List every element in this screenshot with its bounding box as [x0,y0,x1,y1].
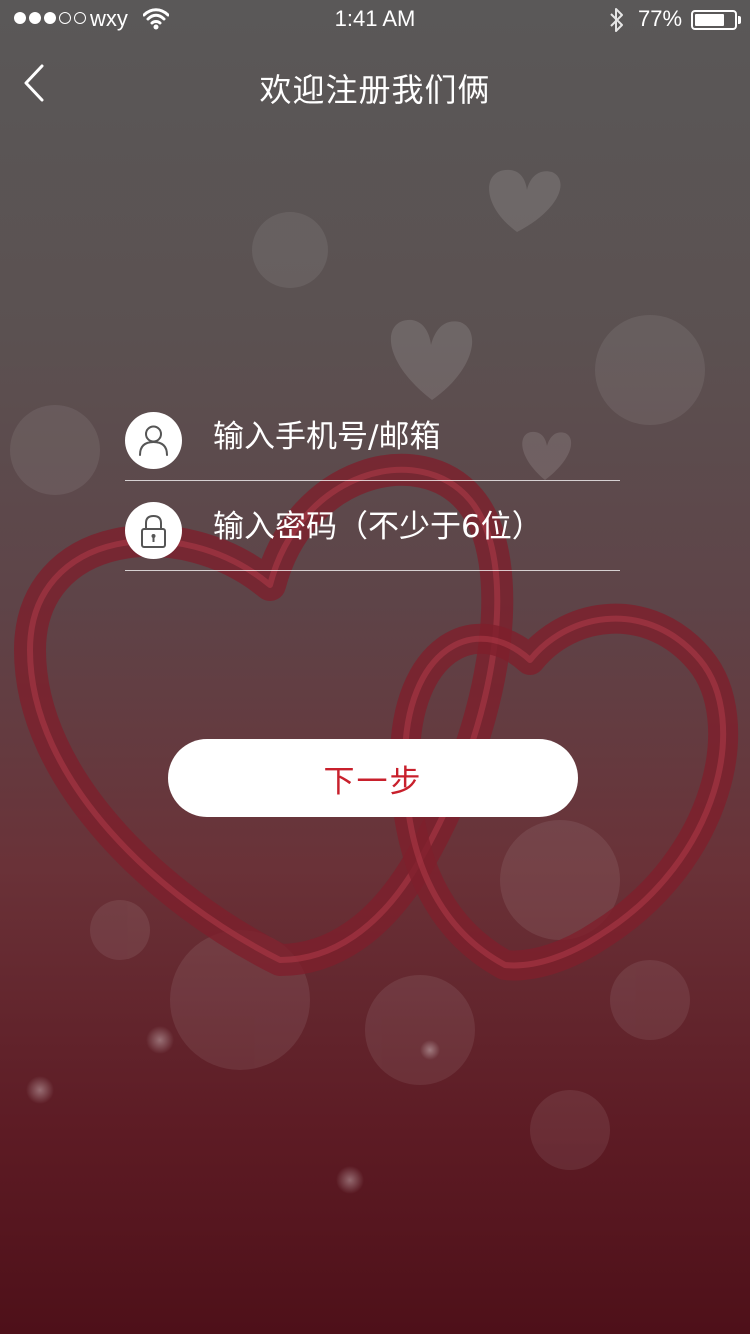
phone-email-field [125,390,620,481]
battery-percent: 77% [638,6,683,31]
battery-cap [738,16,741,24]
battery-level-fill [695,14,724,26]
status-bar: wxy 1:41 AM 77% [0,0,750,40]
background-hearts [0,0,750,1334]
battery-icon [691,10,737,30]
lock-icon [141,514,166,548]
nav-bar: 欢迎注册我们俩 [0,50,750,120]
password-input[interactable] [213,502,613,552]
phone-email-input[interactable] [213,412,613,462]
page-title: 欢迎注册我们俩 [259,71,491,109]
bluetooth-icon [610,8,623,32]
lock-icon-badge [125,502,182,559]
next-step-button[interactable]: 下一步 [168,739,578,817]
user-icon-badge [125,412,182,469]
password-field [125,480,620,571]
user-icon [139,425,168,456]
